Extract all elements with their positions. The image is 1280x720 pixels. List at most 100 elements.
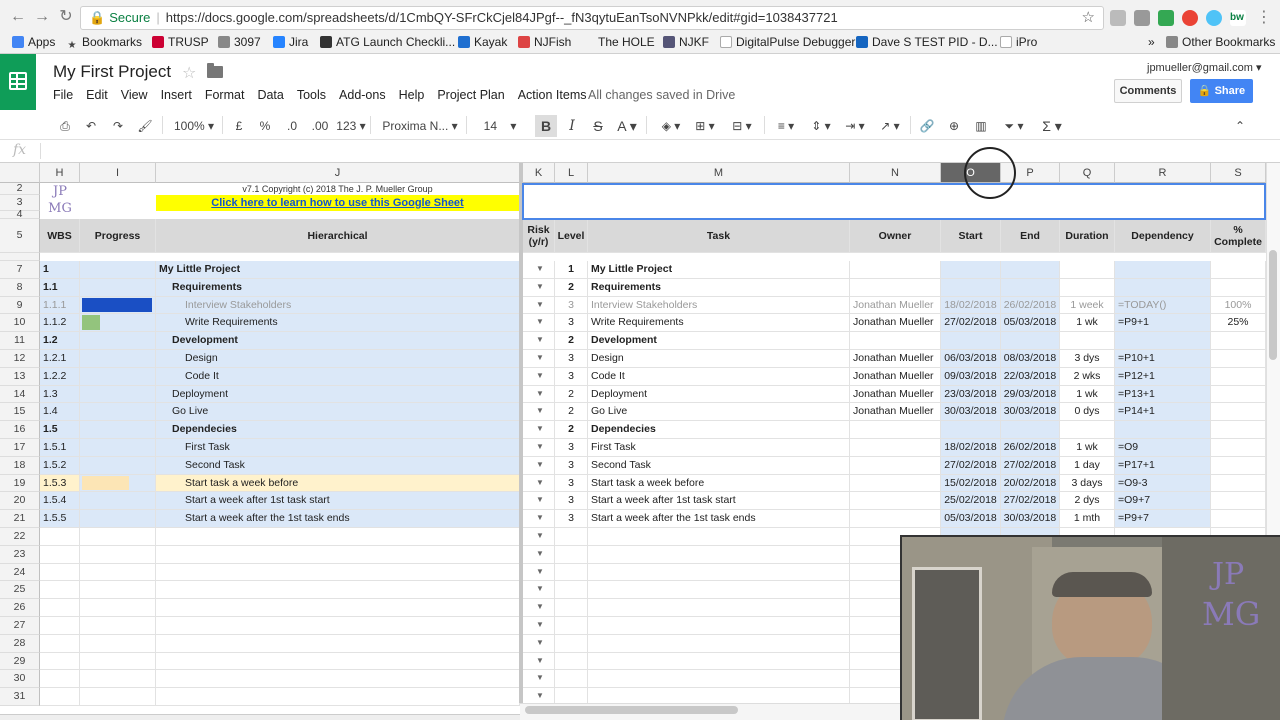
- risk-dropdown[interactable]: ▼: [523, 599, 555, 617]
- row-header[interactable]: 25: [0, 581, 40, 600]
- row-header[interactable]: 16: [0, 421, 40, 439]
- row-header[interactable]: 17: [0, 439, 40, 457]
- collapse-toolbar-icon[interactable]: ⌃: [1232, 118, 1248, 134]
- bookmark-item[interactable]: Dave S TEST PID - D...: [856, 34, 998, 50]
- vertical-align-icon[interactable]: ⇕ ▾: [808, 118, 834, 134]
- column-header-i[interactable]: I: [80, 163, 156, 183]
- sheets-logo-icon[interactable]: [0, 54, 36, 110]
- folder-icon[interactable]: [207, 63, 223, 78]
- fill-color-icon[interactable]: ◈ ▾: [656, 118, 686, 134]
- risk-dropdown[interactable]: ▼: [523, 528, 555, 546]
- row-header[interactable]: 2: [0, 183, 40, 195]
- risk-dropdown[interactable]: ▼: [523, 563, 555, 582]
- share-button[interactable]: 🔒 Share: [1190, 79, 1253, 103]
- strikethrough-button[interactable]: S: [591, 118, 605, 134]
- formula-input[interactable]: [44, 142, 1264, 160]
- undo-icon[interactable]: ↶: [83, 118, 99, 134]
- row-header[interactable]: [0, 253, 40, 261]
- font-select[interactable]: Proxima N... ▾: [380, 118, 460, 134]
- other-bookmarks[interactable]: Other Bookmarks: [1166, 34, 1275, 50]
- risk-dropdown[interactable]: ▼: [523, 261, 555, 279]
- zoom-select[interactable]: 100% ▾: [172, 118, 216, 134]
- menu-action-items[interactable]: Action Items: [518, 88, 587, 102]
- sheet-tabs-bar[interactable]: [0, 714, 520, 720]
- risk-dropdown[interactable]: ▼: [523, 617, 555, 635]
- extension-icon[interactable]: [1110, 10, 1126, 26]
- freeze-divider[interactable]: [519, 163, 523, 703]
- bookmark-item[interactable]: 3097: [218, 34, 261, 50]
- functions-button[interactable]: Σ ▾: [1038, 118, 1066, 134]
- bookmark-item[interactable]: The HOLE: [582, 34, 655, 50]
- merge-cells-icon[interactable]: ⊟ ▾: [726, 118, 758, 134]
- column-header-m[interactable]: M: [588, 163, 850, 183]
- text-rotation-icon[interactable]: ↗ ▾: [876, 118, 904, 134]
- row-header[interactable]: 30: [0, 670, 40, 689]
- risk-dropdown[interactable]: ▼: [523, 421, 555, 439]
- currency-format-button[interactable]: £: [232, 118, 246, 134]
- risk-dropdown[interactable]: ▼: [523, 474, 555, 493]
- row-header[interactable]: 14: [0, 385, 40, 404]
- row-header[interactable]: 11: [0, 332, 40, 350]
- risk-dropdown[interactable]: ▼: [523, 670, 555, 689]
- print-icon[interactable]: ⎙: [57, 118, 73, 134]
- risk-dropdown[interactable]: ▼: [523, 350, 555, 368]
- row-header[interactable]: 20: [0, 492, 40, 511]
- borders-icon[interactable]: ⊞ ▾: [692, 118, 718, 134]
- menu-help[interactable]: Help: [399, 88, 425, 102]
- insert-chart-icon[interactable]: ▥: [972, 118, 990, 134]
- bookmark-item[interactable]: ★ Bookmarks: [66, 34, 143, 51]
- bookmark-item[interactable]: Apps: [12, 34, 55, 50]
- row-header[interactable]: 18: [0, 456, 40, 475]
- row-header[interactable]: 5: [0, 219, 40, 253]
- risk-dropdown[interactable]: ▼: [523, 652, 555, 671]
- menu-addons[interactable]: Add-ons: [339, 88, 386, 102]
- insert-link-icon[interactable]: 🔗: [918, 118, 936, 134]
- font-size-select[interactable]: 14 ▾: [476, 118, 524, 134]
- menu-format[interactable]: Format: [205, 88, 245, 102]
- risk-dropdown[interactable]: ▼: [523, 367, 555, 386]
- bookmark-item[interactable]: NJFish: [518, 34, 571, 50]
- bookmark-star-icon[interactable]: ☆: [1082, 7, 1095, 29]
- column-header-l[interactable]: L: [555, 163, 588, 183]
- row-header[interactable]: 31: [0, 688, 40, 706]
- extension-icon[interactable]: bw: [1230, 10, 1246, 26]
- reload-icon[interactable]: ↻: [56, 7, 76, 27]
- column-header-q[interactable]: Q: [1060, 163, 1115, 183]
- row-header[interactable]: 24: [0, 563, 40, 582]
- horizontal-scroll-thumb[interactable]: [525, 706, 738, 714]
- row-header[interactable]: 21: [0, 510, 40, 528]
- comments-button[interactable]: Comments: [1114, 79, 1182, 103]
- bookmarks-overflow[interactable]: »: [1148, 34, 1155, 50]
- bookmark-item[interactable]: Jira: [273, 34, 308, 50]
- risk-dropdown[interactable]: ▼: [523, 492, 555, 511]
- star-icon[interactable]: ☆: [182, 63, 196, 83]
- italic-button[interactable]: I: [565, 118, 579, 134]
- decrease-decimal-button[interactable]: .0: [283, 118, 301, 134]
- menu-icon[interactable]: ⋮: [1254, 8, 1274, 28]
- risk-dropdown[interactable]: ▼: [523, 545, 555, 564]
- column-header-s[interactable]: S: [1211, 163, 1266, 183]
- vertical-scroll-thumb[interactable]: [1269, 250, 1277, 360]
- bookmark-item[interactable]: DigitalPulse Debugger: [720, 34, 855, 50]
- column-header-k[interactable]: K: [523, 163, 555, 183]
- row-header[interactable]: 8: [0, 278, 40, 297]
- forward-icon[interactable]: →: [32, 7, 52, 27]
- menu-data[interactable]: Data: [257, 88, 283, 102]
- back-icon[interactable]: ←: [8, 7, 28, 27]
- redo-icon[interactable]: ↷: [110, 118, 126, 134]
- risk-dropdown[interactable]: ▼: [523, 314, 555, 333]
- bookmark-item[interactable]: iPro: [1000, 34, 1037, 50]
- row-header[interactable]: 23: [0, 545, 40, 564]
- help-link[interactable]: Click here to learn how to use this Goog…: [156, 195, 519, 211]
- horizontal-align-icon[interactable]: ≡ ▾: [772, 118, 800, 134]
- column-header-h[interactable]: H: [40, 163, 80, 183]
- risk-dropdown[interactable]: ▼: [523, 332, 555, 350]
- column-header-r[interactable]: R: [1115, 163, 1211, 183]
- risk-dropdown[interactable]: ▼: [523, 456, 555, 475]
- extension-icon[interactable]: [1158, 10, 1174, 26]
- risk-dropdown[interactable]: ▼: [523, 385, 555, 404]
- menu-edit[interactable]: Edit: [86, 88, 108, 102]
- extension-icon[interactable]: [1182, 10, 1198, 26]
- risk-dropdown[interactable]: ▼: [523, 581, 555, 600]
- risk-dropdown[interactable]: ▼: [523, 296, 555, 315]
